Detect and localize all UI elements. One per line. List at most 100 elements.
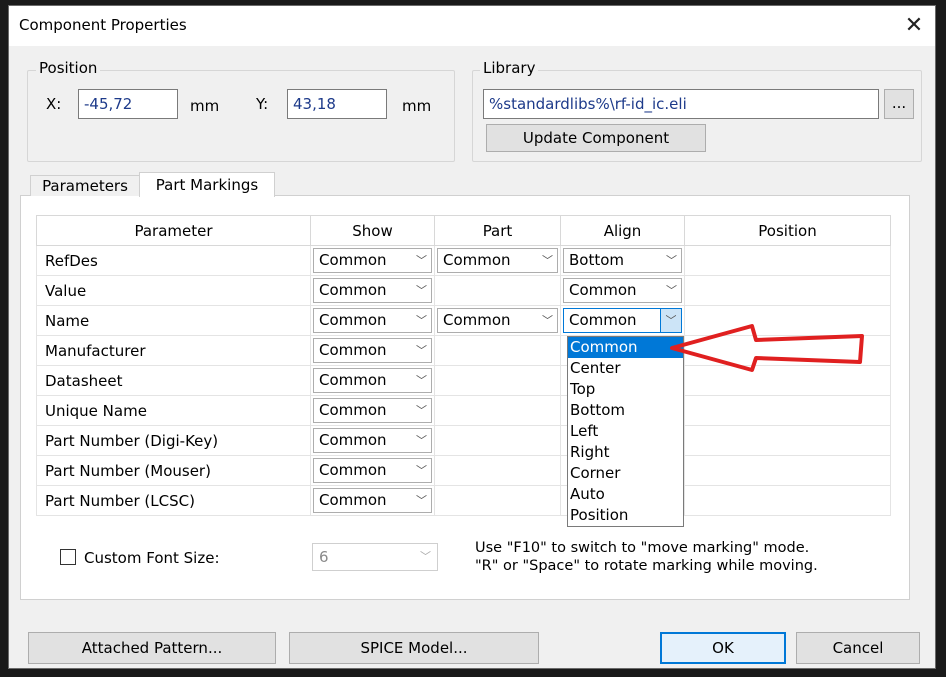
red-arrow-icon (670, 324, 864, 372)
combo-value: Common (443, 251, 511, 269)
show-combo[interactable]: Common ﹀ (313, 308, 432, 333)
combo-value: Bottom (569, 251, 625, 269)
align-combo-open[interactable]: Common ﹀ (563, 308, 682, 333)
chevron-down-icon: ﹀ (420, 550, 431, 563)
browse-button[interactable]: ... (884, 89, 914, 119)
custom-font-size-checkbox[interactable] (60, 549, 76, 565)
show-combo[interactable]: Common ﹀ (313, 368, 432, 393)
dropdown-option-center[interactable]: Center (568, 358, 683, 379)
parameter-cell: Part Number (Digi-Key) (36, 425, 311, 456)
combo-value: Common (569, 311, 637, 329)
show-combo[interactable]: Common ﹀ (313, 398, 432, 423)
part-cell (434, 365, 561, 396)
align-combo[interactable]: Common ﹀ (563, 278, 682, 303)
dropdown-option-position[interactable]: Position (568, 505, 683, 526)
position-legend: Position (36, 59, 101, 77)
combo-value: Common (319, 281, 387, 299)
position-cell (684, 425, 891, 456)
combo-value: Common (569, 281, 637, 299)
column-header-parameter: Parameter (36, 215, 311, 246)
chevron-down-icon: ﹀ (416, 494, 427, 507)
chevron-down-icon: ﹀ (416, 434, 427, 447)
parameter-cell: Part Number (LCSC) (36, 485, 311, 516)
show-combo[interactable]: Common ﹀ (313, 278, 432, 303)
font-size-value: 6 (319, 548, 329, 566)
part-cell (434, 335, 561, 366)
chevron-down-icon: ﹀ (542, 254, 553, 267)
close-icon[interactable]: ✕ (897, 10, 931, 42)
ok-button[interactable]: OK (660, 632, 786, 664)
parameter-cell: Unique Name (36, 395, 311, 426)
chevron-down-icon: ﹀ (416, 344, 427, 357)
position-cell (684, 245, 891, 276)
combo-value: Common (319, 251, 387, 269)
parameter-cell: Name (36, 305, 311, 336)
y-unit: mm (402, 97, 432, 115)
dropdown-option-top[interactable]: Top (568, 379, 683, 400)
part-cell (434, 455, 561, 486)
parameter-cell: Datasheet (36, 365, 311, 396)
library-path-input[interactable]: %standardlibs%\rf-id_ic.eli (483, 89, 879, 119)
part-combo[interactable]: Common ﹀ (437, 248, 558, 273)
align-combo[interactable]: Bottom ﹀ (563, 248, 682, 273)
cancel-button[interactable]: Cancel (796, 632, 920, 664)
dropdown-option-corner[interactable]: Corner (568, 463, 683, 484)
title-bar: Component Properties ✕ (9, 6, 935, 46)
attached-pattern-button[interactable]: Attached Pattern... (28, 632, 276, 664)
table-row: RefDes Common ﹀ Common ﹀ Bottom ﹀ (36, 245, 891, 276)
y-label: Y: (256, 95, 269, 113)
tab-part-markings[interactable]: Part Markings (139, 172, 275, 197)
show-combo[interactable]: Common ﹀ (313, 458, 432, 483)
spice-model-button[interactable]: SPICE Model... (289, 632, 539, 664)
font-size-combo: 6 ﹀ (312, 543, 438, 571)
hint-line-2: "R" or "Space" to rotate marking while m… (475, 558, 818, 574)
part-cell (434, 425, 561, 456)
chevron-down-icon: ﹀ (416, 284, 427, 297)
parameter-cell: Value (36, 275, 311, 306)
table-row: Value Common ﹀ Common ﹀ (36, 275, 891, 306)
chevron-down-icon: ﹀ (416, 404, 427, 417)
combo-value: Common (319, 461, 387, 479)
position-cell (684, 455, 891, 486)
combo-value: Common (319, 491, 387, 509)
dropdown-option-bottom[interactable]: Bottom (568, 400, 683, 421)
x-unit: mm (190, 97, 220, 115)
hint-line-1: Use "F10" to switch to "move marking" mo… (475, 540, 810, 556)
tab-parameters[interactable]: Parameters (30, 175, 140, 196)
update-component-button[interactable]: Update Component (486, 124, 706, 152)
position-cell (684, 395, 891, 426)
x-input[interactable]: -45,72 (78, 89, 178, 119)
show-combo[interactable]: Common ﹀ (313, 248, 432, 273)
show-combo[interactable]: Common ﹀ (313, 488, 432, 513)
part-cell (434, 485, 561, 516)
y-input[interactable]: 43,18 (287, 89, 387, 119)
chevron-down-icon: ﹀ (416, 314, 427, 327)
show-combo[interactable]: Common ﹀ (313, 338, 432, 363)
column-header-part: Part (434, 215, 561, 246)
parameter-cell: Part Number (Mouser) (36, 455, 311, 486)
dropdown-option-left[interactable]: Left (568, 421, 683, 442)
show-combo[interactable]: Common ﹀ (313, 428, 432, 453)
chevron-down-icon: ﹀ (542, 314, 553, 327)
x-label: X: (46, 95, 62, 113)
chevron-down-icon: ﹀ (416, 254, 427, 267)
dropdown-option-common[interactable]: Common (568, 337, 683, 358)
chevron-down-icon: ﹀ (416, 464, 427, 477)
combo-value: Common (319, 401, 387, 419)
library-legend: Library (480, 59, 539, 77)
table-row: Unique Name Common ﹀ (36, 395, 891, 426)
combo-value: Common (319, 371, 387, 389)
dropdown-option-right[interactable]: Right (568, 442, 683, 463)
column-header-show: Show (310, 215, 435, 246)
part-combo[interactable]: Common ﹀ (437, 308, 558, 333)
table-header-row: Parameter Show Part Align Position (36, 215, 891, 246)
dropdown-option-auto[interactable]: Auto (568, 484, 683, 505)
column-header-position: Position (684, 215, 891, 246)
part-cell (434, 275, 561, 306)
custom-font-size-label: Custom Font Size: (84, 549, 220, 567)
chevron-down-icon: ﹀ (416, 374, 427, 387)
dialog-title: Component Properties (19, 16, 187, 34)
part-cell (434, 395, 561, 426)
table-row: Part Number (LCSC) Common ﹀ (36, 485, 891, 516)
table-row: Part Number (Mouser) Common ﹀ (36, 455, 891, 486)
